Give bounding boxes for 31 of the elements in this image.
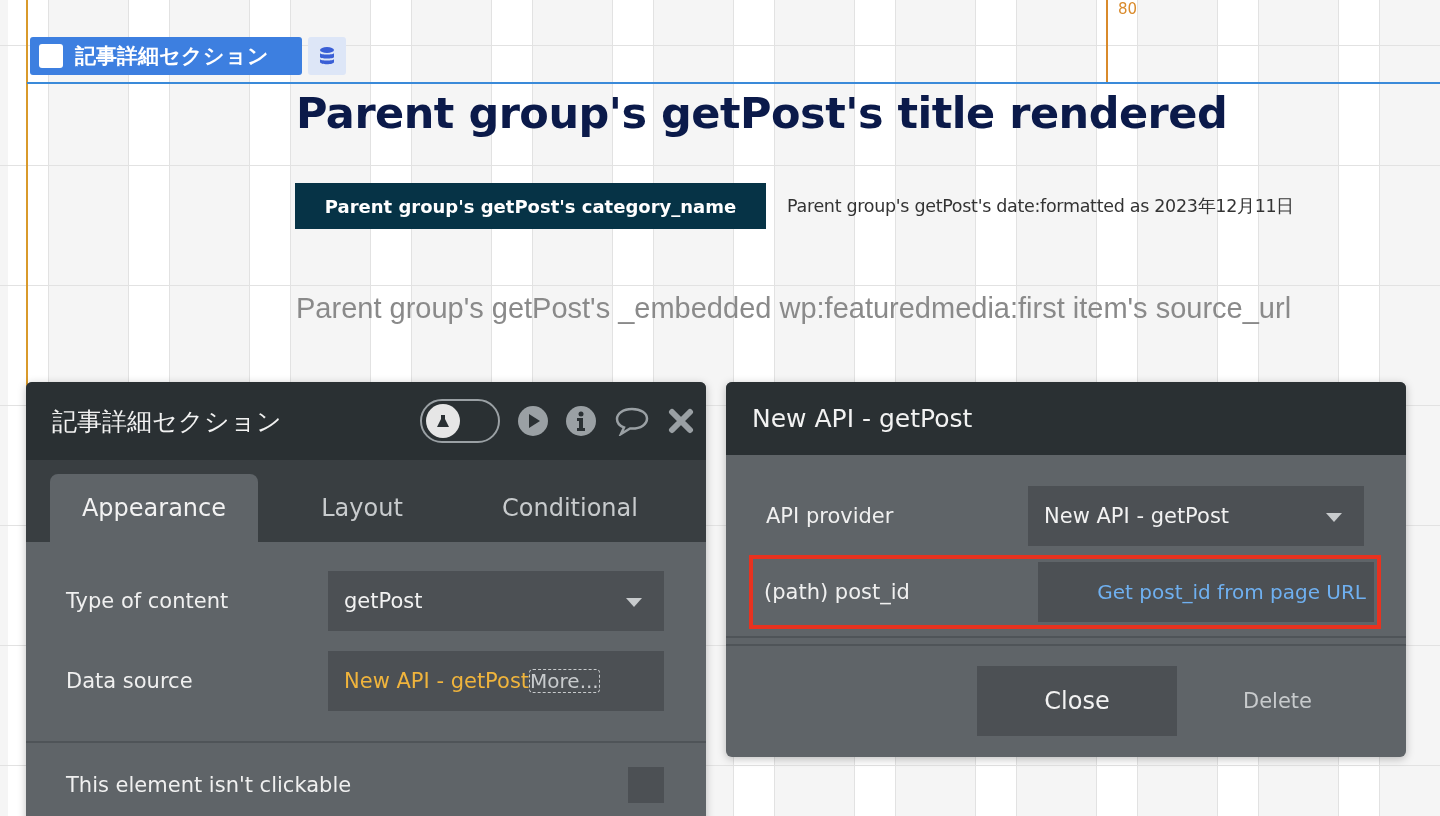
panel-title: New API - getPost	[752, 404, 973, 433]
close-icon[interactable]	[668, 408, 694, 434]
tab[interactable]: Layout	[258, 474, 466, 542]
expression-field[interactable]: Get post_id from page URL	[1038, 562, 1374, 622]
database-icon[interactable]	[308, 37, 346, 75]
field-label: Type of content	[66, 589, 229, 613]
comment-icon[interactable]	[614, 406, 650, 436]
field-label: (path) post_id	[764, 580, 910, 604]
more-link[interactable]: More...	[529, 669, 600, 693]
dropdown[interactable]: New API - getPost	[1028, 486, 1364, 546]
delete-button[interactable]: Delete	[1237, 688, 1318, 714]
inspect-toggle[interactable]	[420, 399, 500, 443]
flask-icon	[435, 413, 451, 429]
category-badge: Parent group's getPost's category_name	[295, 183, 766, 229]
post-title: Parent group's getPost's title rendered	[296, 88, 1228, 138]
field-label: This element isn't clickable	[66, 773, 352, 797]
field-label: API provider	[766, 504, 894, 528]
info-icon[interactable]	[566, 406, 596, 436]
ruler-measurement: 80	[1118, 0, 1138, 18]
tab[interactable]: Appearance	[50, 474, 258, 542]
expression-field[interactable]: New API - getPostMore...	[328, 651, 664, 711]
element-tag[interactable]: 記事詳細セクション	[30, 37, 302, 75]
square-icon	[39, 44, 63, 68]
post-date: Parent group's getPost's date:formatted as 2023年12月11日	[787, 195, 1295, 218]
panel-title: 記事詳細セクション	[52, 405, 282, 438]
dropdown[interactable]: getPost	[328, 571, 664, 631]
image-url-text: Parent group's getPost's _embedded wp:featuredmedia:first item's source_url	[296, 292, 1292, 325]
close-button[interactable]: Close	[977, 666, 1177, 736]
play-icon[interactable]	[518, 406, 548, 436]
field-label: Data source	[66, 669, 193, 693]
tab[interactable]: Conditional	[466, 474, 674, 542]
